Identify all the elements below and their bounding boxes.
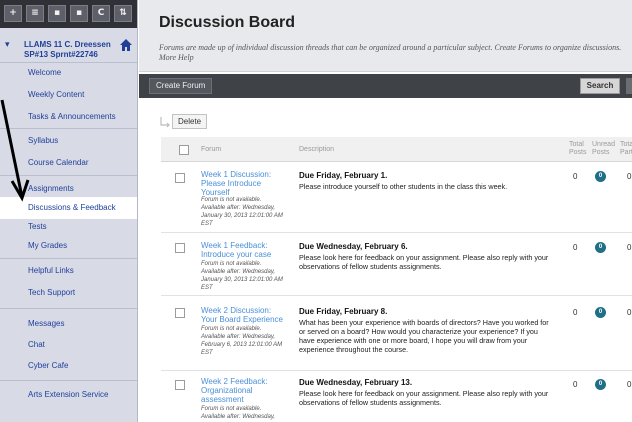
row-checkbox[interactable]	[175, 308, 185, 318]
forum-due-date: Due Friday, February 1.	[299, 171, 388, 180]
forum-link[interactable]: Week 2 Discussion: Your Board Experience	[201, 306, 283, 324]
sidebar-item-chat[interactable]: Chat	[0, 334, 137, 356]
home-icon[interactable]	[119, 38, 133, 52]
unread-posts-badge[interactable]: 0	[595, 242, 606, 253]
page-title: Discussion Board	[159, 14, 296, 31]
delete-button[interactable]: Delete	[172, 114, 208, 129]
divider	[0, 308, 137, 309]
sidebar-item-cyber-cafe[interactable]: Cyber Cafe	[0, 355, 137, 377]
divider	[0, 380, 137, 381]
unread-posts-badge[interactable]: 0	[595, 307, 606, 318]
content-area: Discussion Board Forums are made up of i…	[139, 0, 632, 422]
forum-availability: Forum is not available. Available after:…	[201, 326, 283, 356]
forum-availability: Forum is not available. Available after:…	[201, 197, 283, 227]
unread-posts-badge[interactable]: 0	[595, 379, 606, 390]
select-arrow-icon	[160, 117, 170, 128]
course-menu: + ≡ ▪ ▪ C ⇅ ▾ LLAMS 11 C. Dreessen SP#13…	[0, 0, 138, 422]
page-header: Discussion Board Forums are made up of i…	[139, 0, 632, 72]
sidebar-item-tech-support[interactable]: Tech Support	[0, 282, 137, 304]
total-participants: 0	[627, 172, 632, 181]
forum-availability: Forum is not available. Available after:…	[201, 261, 283, 291]
forum-due-date: Due Wednesday, February 6.	[299, 242, 408, 251]
column-total-participants[interactable]: Total Participants	[620, 141, 632, 157]
row-divider	[161, 370, 632, 371]
table-header: Forum Description Total Posts Unread Pos…	[161, 137, 632, 162]
forum-link[interactable]: Week 2 Feedback: Organizational assessme…	[201, 377, 283, 404]
annotation-arrow	[0, 99, 30, 202]
row-divider	[161, 295, 632, 296]
forum-link[interactable]: Week 1 Feedback: Introduce your case	[201, 241, 283, 259]
create-forum-button[interactable]: Create Forum	[149, 78, 213, 94]
row-divider	[161, 232, 632, 233]
window-icon[interactable]: ▪	[70, 5, 88, 22]
total-participants: 0	[627, 243, 632, 252]
total-posts: 0	[573, 243, 578, 252]
folder-icon[interactable]: ▪	[48, 5, 66, 22]
column-forum[interactable]: Forum	[201, 146, 221, 154]
sidebar-item-arts-extension-service[interactable]: Arts Extension Service	[0, 384, 137, 406]
page-description: Forums are made up of individual discuss…	[159, 43, 622, 62]
column-total-posts[interactable]: Total Posts	[569, 141, 587, 157]
total-posts: 0	[573, 308, 578, 317]
action-bar: Create Forum Search	[139, 74, 632, 98]
sidebar-item-helpful-links[interactable]: Helpful Links	[0, 260, 137, 282]
forum-description: What has been your experience with board…	[299, 318, 549, 354]
forum-description: Please look here for feedback on your as…	[299, 253, 549, 271]
total-posts: 0	[573, 172, 578, 181]
divider	[0, 258, 137, 259]
unread-posts-badge[interactable]: 0	[595, 171, 606, 182]
refresh-icon[interactable]: C	[92, 5, 110, 22]
column-unread-posts[interactable]: Unread Posts	[592, 141, 615, 157]
total-participants: 0	[627, 380, 632, 389]
sidebar-item-messages[interactable]: Messages	[0, 313, 137, 335]
row-checkbox[interactable]	[175, 173, 185, 183]
forum-description: Please look here for feedback on your as…	[299, 389, 549, 407]
column-description: Description	[299, 146, 335, 153]
total-participants: 0	[627, 308, 632, 317]
forum-due-date: Due Wednesday, February 13.	[299, 378, 413, 387]
search-button[interactable]: Search	[580, 78, 620, 94]
total-posts: 0	[573, 380, 578, 389]
forum-availability: Forum is not available. Available after:…	[201, 406, 276, 420]
forum-description: Please introduce yourself to other stude…	[299, 182, 508, 191]
row-checkbox[interactable]	[175, 380, 185, 390]
sort-icon[interactable]: ⇅	[114, 5, 132, 22]
select-all-checkbox[interactable]	[179, 145, 189, 155]
row-checkbox[interactable]	[175, 243, 185, 253]
forum-link[interactable]: Week 1 Discussion: Please Introduce Your…	[201, 170, 283, 197]
forum-due-date: Due Friday, February 8.	[299, 307, 388, 316]
action-bar-edge	[626, 78, 632, 94]
